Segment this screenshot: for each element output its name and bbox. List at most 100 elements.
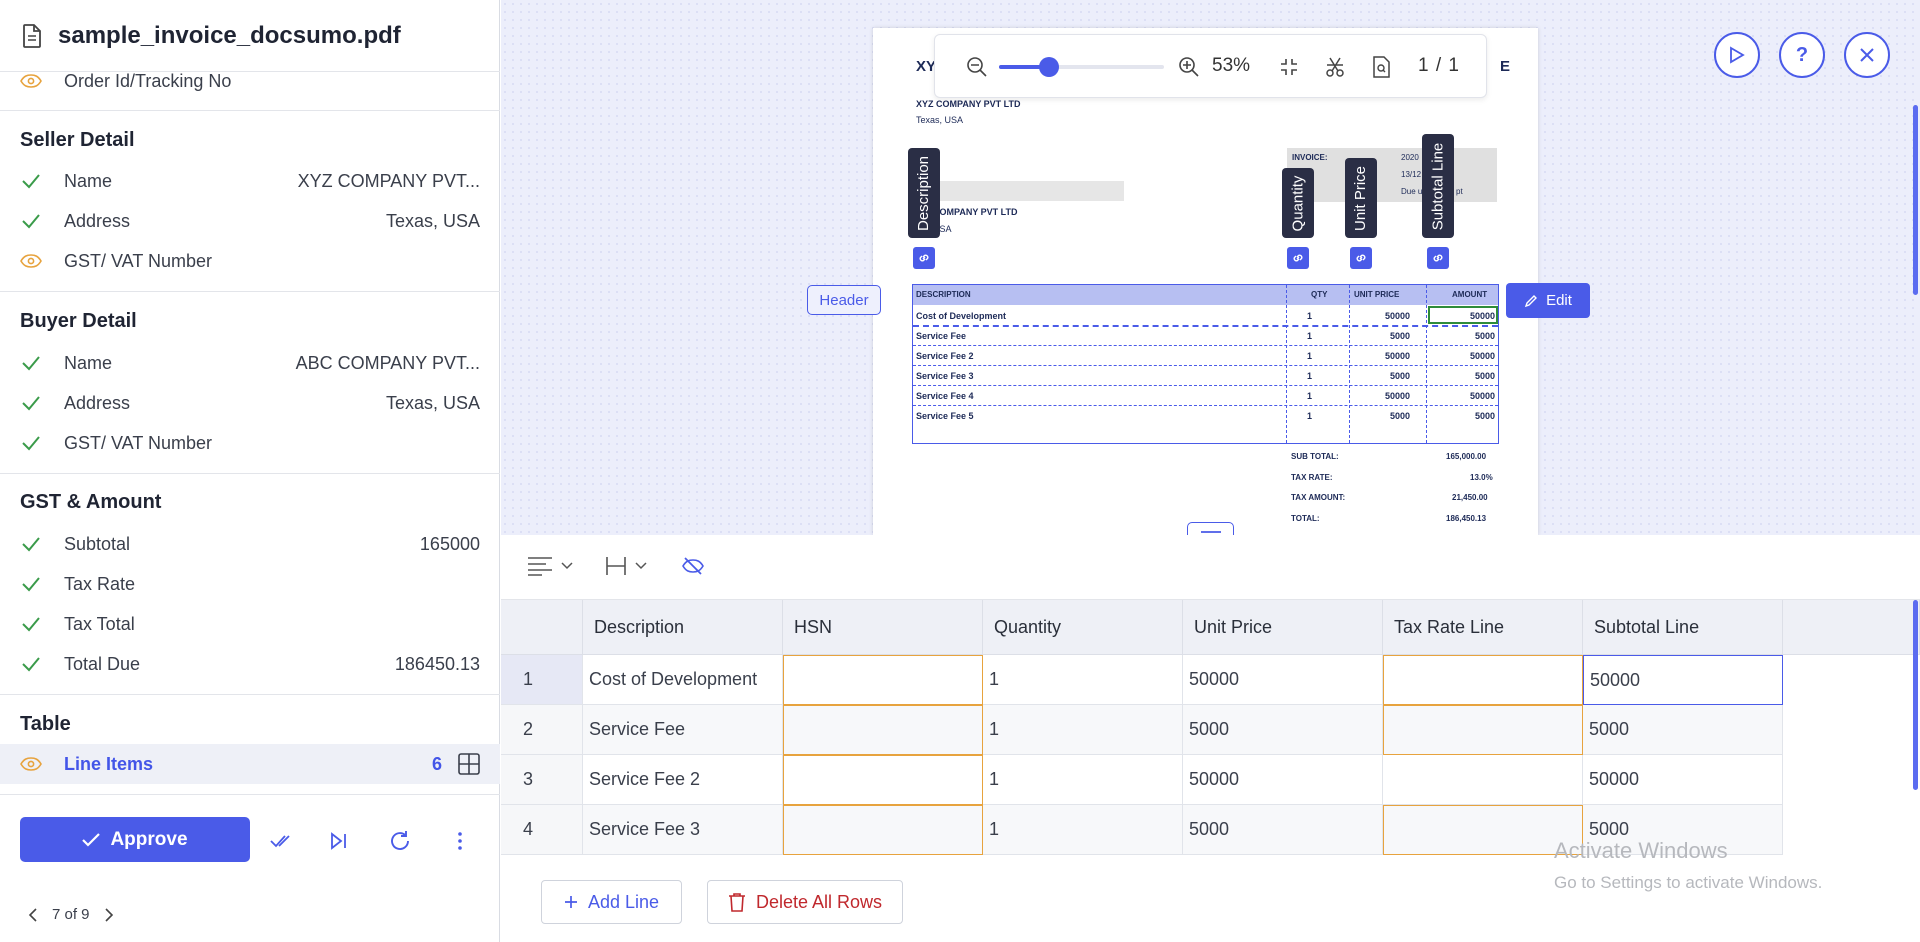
grid-cell[interactable]: Cost of Development	[583, 655, 783, 705]
add-line-button[interactable]: Add Line	[541, 880, 682, 924]
grid-cell-selected[interactable]: 50000	[1583, 655, 1783, 705]
grid-cell[interactable]: 1	[983, 705, 1183, 755]
field-seller-gst[interactable]: GST/ VAT Number	[0, 241, 500, 281]
field-tax-rate[interactable]: Tax Rate	[0, 564, 500, 604]
grid-cell[interactable]: 5000	[1183, 805, 1383, 855]
grid-column-header[interactable]: Tax Rate Line	[1383, 600, 1583, 655]
invoice-cell: 5000	[1475, 331, 1496, 341]
field-seller-address[interactable]: Address Texas, USA	[0, 201, 500, 241]
play-button[interactable]	[1714, 32, 1760, 78]
scissors-icon[interactable]	[1323, 55, 1347, 79]
hide-columns-icon[interactable]	[681, 556, 705, 576]
link-icon[interactable]	[913, 247, 935, 269]
column-tag-subtotal[interactable]: Subtotal Line	[1422, 134, 1454, 238]
zoom-percent: 53%	[1212, 55, 1251, 76]
grid-scrollbar[interactable]	[1913, 600, 1918, 790]
grid-cell[interactable]: Service Fee 3	[583, 805, 783, 855]
more-vertical-icon[interactable]	[447, 828, 473, 854]
field-line-items[interactable]: Line Items 6	[0, 744, 500, 784]
column-tag-label: Quantity	[1289, 175, 1307, 231]
help-button[interactable]: ?	[1779, 32, 1825, 78]
document-viewer[interactable]: XY E XYZ COMPANY PVT LTD Texas, USA D CO…	[501, 0, 1920, 535]
eye-icon[interactable]	[20, 70, 42, 92]
grid-column-header[interactable]: Description	[583, 600, 783, 655]
grid-cell[interactable]	[783, 655, 983, 705]
grid-cell[interactable]	[1383, 655, 1583, 705]
approve-label: Approve	[110, 828, 188, 850]
field-seller-name[interactable]: Name XYZ COMPANY PVT...	[0, 161, 500, 201]
grid-cell[interactable]: 1	[983, 805, 1183, 855]
link-icon[interactable]	[1350, 247, 1372, 269]
delete-all-rows-button[interactable]: Delete All Rows	[707, 880, 903, 924]
grid-cell[interactable]: 50000	[1583, 755, 1783, 805]
row-number[interactable]: 4	[501, 805, 583, 855]
grid-cell[interactable]	[783, 755, 983, 805]
column-tag-unit-price[interactable]: Unit Price	[1345, 158, 1377, 238]
approve-button[interactable]: Approve	[20, 817, 250, 862]
grid-cell[interactable]	[1383, 755, 1583, 805]
grid-cell[interactable]: 5000	[1583, 705, 1783, 755]
invoice-line-table[interactable]: DESCRIPTION QTY UNIT PRICE AMOUNT Cost o…	[912, 284, 1499, 444]
grid-cell[interactable]: 50000	[1183, 755, 1383, 805]
eye-icon[interactable]	[20, 250, 42, 272]
link-icon[interactable]	[1287, 247, 1309, 269]
column-width-dropdown[interactable]	[605, 556, 647, 576]
check-icon	[82, 832, 101, 847]
grid-cell[interactable]: 1	[983, 655, 1183, 705]
field-order-id[interactable]: Order Id/Tracking No	[0, 61, 500, 101]
column-tag-description[interactable]: Description	[908, 148, 940, 238]
link-icon[interactable]	[1427, 247, 1449, 269]
refresh-icon[interactable]	[387, 828, 413, 854]
grid-cell[interactable]	[783, 705, 983, 755]
grid-cell[interactable]: 5000	[1183, 705, 1383, 755]
field-total-due[interactable]: Total Due 186450.13	[0, 644, 500, 684]
grid-cell[interactable]: 50000	[1183, 655, 1383, 705]
close-button[interactable]	[1844, 32, 1890, 78]
grid-cell[interactable]: Service Fee	[583, 705, 783, 755]
field-subtotal[interactable]: Subtotal 165000	[0, 524, 500, 564]
meta-value: Due u	[1401, 187, 1423, 196]
field-buyer-name[interactable]: Name ABC COMPANY PVT...	[0, 343, 500, 383]
skip-next-icon[interactable]	[326, 828, 352, 854]
grid-cell[interactable]	[1383, 805, 1583, 855]
row-number[interactable]: 3	[501, 755, 583, 805]
field-buyer-address[interactable]: Address Texas, USA	[0, 383, 500, 423]
panel-resize-handle[interactable]	[1187, 522, 1234, 535]
eye-icon[interactable]	[20, 753, 42, 775]
zoom-slider[interactable]	[999, 57, 1164, 77]
text-align-dropdown[interactable]	[527, 556, 573, 576]
header-tag[interactable]: Header	[807, 285, 881, 315]
column-tag-quantity[interactable]: Quantity	[1282, 168, 1314, 238]
grid-column-header[interactable]: Subtotal Line	[1583, 600, 1783, 655]
zoom-in-icon[interactable]	[1177, 55, 1201, 79]
collapse-icon[interactable]	[1277, 55, 1301, 79]
chevron-down-icon	[635, 562, 647, 570]
row-number[interactable]: 1	[501, 655, 583, 705]
grid-cell[interactable]	[783, 805, 983, 855]
row-number[interactable]: 2	[501, 705, 583, 755]
table-toolbar	[501, 536, 1920, 599]
zoom-slider-knob[interactable]	[1038, 57, 1059, 77]
check-icon	[20, 432, 42, 454]
table-grid-icon[interactable]	[458, 753, 480, 775]
chevron-left-icon[interactable]	[28, 907, 38, 922]
page-search-icon[interactable]	[1369, 55, 1393, 79]
field-buyer-gst[interactable]: GST/ VAT Number	[0, 423, 500, 463]
grid-column-header[interactable]: Unit Price	[1183, 600, 1383, 655]
line-items-grid[interactable]: Description HSN Quantity Unit Price Tax …	[501, 599, 1920, 855]
check-icon	[20, 533, 42, 555]
zoom-out-icon[interactable]	[965, 55, 989, 79]
field-tax-total[interactable]: Tax Total	[0, 604, 500, 644]
divider	[0, 473, 500, 474]
grid-column-header[interactable]: Quantity	[983, 600, 1183, 655]
chevron-right-icon[interactable]	[104, 907, 114, 922]
invoice-title-fragment: XY	[916, 58, 937, 75]
field-label: GST/ VAT Number	[64, 432, 213, 453]
edit-table-button[interactable]: Edit	[1506, 283, 1590, 318]
grid-cell[interactable]	[1383, 705, 1583, 755]
grid-column-header[interactable]: HSN	[783, 600, 983, 655]
grid-cell[interactable]: 1	[983, 755, 1183, 805]
grid-cell[interactable]: Service Fee 2	[583, 755, 783, 805]
approve-all-icon[interactable]	[270, 828, 296, 854]
viewer-scrollbar[interactable]	[1913, 105, 1918, 295]
